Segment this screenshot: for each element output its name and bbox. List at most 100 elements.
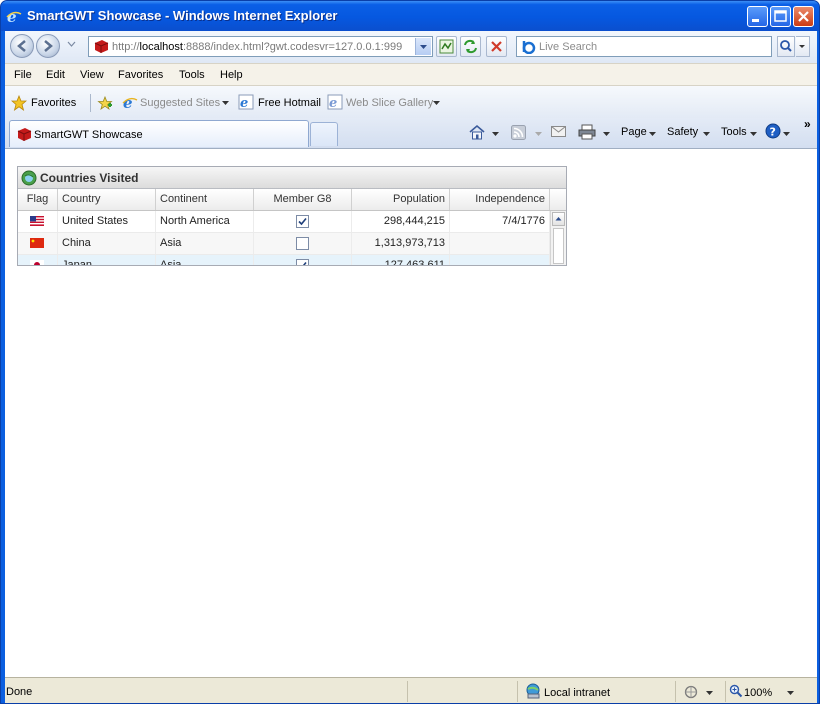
favorites-button[interactable]: Favorites (31, 97, 76, 109)
chevron-down-icon[interactable] (706, 691, 713, 695)
tools-menu-button[interactable]: Tools (721, 126, 747, 138)
checkmark-icon (298, 217, 307, 226)
status-bar: Done Local intranet 100% (5, 677, 817, 703)
chevron-down-icon (799, 45, 805, 48)
column-header-country[interactable]: Country (58, 189, 156, 210)
tab-smartgwt-showcase[interactable]: SmartGWT Showcase (9, 120, 309, 147)
flag-cell (18, 255, 58, 265)
compatibility-view-button[interactable] (436, 36, 457, 57)
menu-help[interactable]: Help (220, 69, 243, 81)
chevron-down-icon[interactable] (603, 132, 610, 136)
continent-cell: Asia (156, 255, 254, 265)
menu-view[interactable]: View (80, 69, 104, 81)
status-pane (407, 681, 517, 702)
table-row[interactable]: Japan Asia 127,463,611 (18, 255, 550, 265)
independence-cell (450, 255, 550, 265)
chevron-down-icon[interactable] (703, 132, 710, 136)
grid-title-bar: Countries Visited (18, 167, 566, 189)
chevron-down-icon[interactable] (649, 132, 656, 136)
browser-window: e SmartGWT Showcase - Windows Internet E… (0, 0, 820, 704)
member-g8-checkbox[interactable] (296, 237, 309, 250)
protected-mode-icon (684, 685, 698, 699)
chevron-down-icon[interactable] (222, 101, 229, 105)
chevron-down-icon (420, 45, 427, 49)
search-button[interactable] (777, 36, 795, 57)
chevron-down-icon[interactable] (787, 691, 794, 695)
free-hotmail-link[interactable]: Free Hotmail (258, 97, 321, 109)
column-header-member-g8[interactable]: Member G8 (254, 189, 352, 210)
independence-cell (450, 233, 550, 254)
table-row[interactable]: United States North America 298,444,215 … (18, 211, 550, 233)
safety-menu-button[interactable]: Safety (667, 126, 698, 138)
protected-mode-pane[interactable] (675, 681, 725, 702)
grid-vertical-scrollbar[interactable] (550, 211, 566, 265)
grid-column-headers: Flag Country Continent Member G8 Populat… (18, 189, 566, 211)
chevron-down-icon[interactable] (535, 132, 542, 136)
chevron-down-icon[interactable] (750, 132, 757, 136)
more-commands-icon[interactable]: » (804, 117, 811, 131)
scroll-thumb[interactable] (553, 228, 564, 264)
url-text: http://localhost:8888/index.html?gwt.cod… (112, 41, 412, 53)
countries-grid: Countries Visited Flag Country Continent… (17, 166, 567, 266)
close-icon (798, 11, 809, 22)
maximize-button[interactable] (770, 6, 791, 27)
ie-logo-icon: e (6, 8, 22, 24)
search-options-button[interactable] (796, 36, 810, 57)
member-g8-cell (254, 255, 352, 265)
grid-body: United States North America 298,444,215 … (18, 211, 550, 265)
search-box[interactable]: Live Search (516, 36, 772, 57)
grid-title: Countries Visited (40, 171, 139, 185)
menu-file[interactable]: File (14, 69, 32, 81)
column-header-continent[interactable]: Continent (156, 189, 254, 210)
population-cell: 127,463,611 (352, 255, 450, 265)
member-g8-checkbox[interactable] (296, 215, 309, 228)
menu-edit[interactable]: Edit (46, 69, 65, 81)
web-slice-gallery-link[interactable]: Web Slice Gallery (346, 97, 433, 109)
close-window-button[interactable] (793, 6, 814, 27)
column-header-independence[interactable]: Independence (450, 189, 550, 210)
tab-row: SmartGWT Showcase Page Safety Tools ? » (5, 117, 817, 148)
page-menu-button[interactable]: Page (621, 126, 647, 138)
search-placeholder: Live Search (539, 41, 598, 53)
table-row[interactable]: China Asia 1,313,973,713 (18, 233, 550, 255)
arrow-left-icon (17, 40, 26, 52)
recent-pages-dropdown-icon[interactable] (67, 41, 76, 47)
menu-tools[interactable]: Tools (179, 69, 205, 81)
minimize-button[interactable] (747, 6, 768, 27)
help-icon[interactable]: ? (765, 123, 781, 139)
url-host: localhost (139, 41, 183, 53)
smartgwt-page-icon (94, 40, 109, 53)
status-text: Done (6, 686, 33, 698)
japan-flag-icon (30, 260, 44, 265)
rss-feeds-icon[interactable] (511, 125, 526, 140)
address-bar[interactable]: http://localhost:8888/index.html?gwt.cod… (88, 36, 433, 57)
country-cell: Japan (58, 255, 156, 265)
refresh-button[interactable] (460, 36, 481, 57)
population-cell: 1,313,973,713 (352, 233, 450, 254)
window-title: SmartGWT Showcase - Windows Internet Exp… (27, 8, 338, 23)
address-dropdown-button[interactable] (415, 38, 431, 55)
new-tab-button[interactable] (310, 122, 338, 146)
checkmark-icon (299, 261, 307, 265)
forward-button[interactable] (36, 34, 60, 58)
independence-cell: 7/4/1776 (450, 211, 550, 232)
zone-label: Local intranet (544, 687, 611, 699)
stop-button[interactable] (486, 36, 507, 57)
column-header-flag[interactable]: Flag (18, 189, 58, 210)
mail-icon[interactable] (551, 126, 567, 138)
home-icon[interactable] (468, 124, 486, 140)
add-to-favorites-bar-icon[interactable] (97, 95, 113, 111)
member-g8-checkbox[interactable] (296, 259, 309, 265)
chevron-down-icon[interactable] (492, 132, 499, 136)
scroll-up-button[interactable] (552, 212, 565, 226)
chevron-down-icon[interactable] (783, 132, 790, 136)
chevron-down-icon[interactable] (433, 101, 440, 105)
title-bar: e SmartGWT Showcase - Windows Internet E… (1, 1, 819, 31)
toolbar-separator (90, 94, 91, 112)
back-button[interactable] (10, 34, 34, 58)
suggested-sites-link[interactable]: Suggested Sites (140, 97, 220, 109)
maximize-icon (774, 10, 787, 22)
menu-favorites[interactable]: Favorites (118, 69, 163, 81)
print-icon[interactable] (578, 124, 596, 140)
column-header-population[interactable]: Population (352, 189, 450, 210)
